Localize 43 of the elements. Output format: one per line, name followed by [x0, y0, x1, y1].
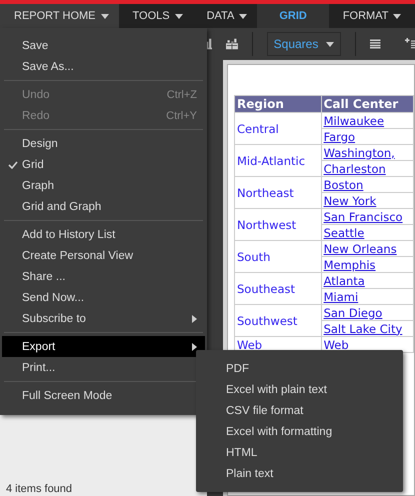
menu-item[interactable]: Save	[2, 35, 205, 56]
menu-item[interactable]: Share ...	[2, 266, 205, 287]
table-cell: Mid-Atlantic	[234, 144, 322, 176]
submenu-item[interactable]: Plain text	[196, 463, 403, 484]
menu-item[interactable]: Save As...	[2, 56, 205, 77]
menu-item[interactable]: Design	[2, 133, 205, 154]
table-cell: Northeast	[234, 176, 322, 208]
submenu-item[interactable]: HTML	[196, 442, 403, 463]
menu-tab[interactable]: GRID	[257, 4, 329, 28]
caret-icon	[239, 14, 248, 18]
submenu-arrow-icon	[192, 314, 197, 322]
menu-item[interactable]: Create Personal View	[2, 245, 205, 266]
submenu-item[interactable]: CSV file format	[196, 400, 403, 421]
caret-icon	[174, 14, 183, 18]
menu-item[interactable]: Export	[2, 336, 205, 357]
table-cell: Northwest	[234, 208, 322, 240]
menu-item[interactable]: Grid and Graph	[2, 196, 205, 217]
submenu-item[interactable]: Excel with formatting	[196, 421, 403, 442]
menu-item[interactable]: Graph	[2, 175, 205, 196]
column-header: Region	[234, 96, 322, 112]
list-icon[interactable]	[370, 38, 381, 50]
menu-item[interactable]: Subscribe to	[2, 308, 205, 329]
column-header: Call Center	[321, 96, 414, 112]
submenu-arrow-icon	[192, 342, 197, 350]
table-cell: Southeast	[234, 272, 322, 304]
menu-item[interactable]: Add to History List	[2, 224, 205, 245]
menu-tab[interactable]: FORMAT	[328, 4, 412, 28]
table-cell: Central	[234, 112, 322, 144]
caret-icon	[393, 14, 402, 18]
chart-grid-icon[interactable]	[226, 37, 238, 51]
menu-item[interactable]: Send Now...	[2, 287, 205, 308]
shape-select[interactable]: Squares	[266, 32, 342, 56]
submenu-item[interactable]: PDF	[196, 358, 403, 379]
table-cell: South	[234, 240, 322, 272]
caret-icon	[326, 42, 334, 46]
caret-icon	[100, 14, 108, 18]
status-text: 4 items found	[5, 483, 74, 496]
menu-tab[interactable]: DATA	[192, 4, 258, 28]
menu-tab[interactable]: REPORT HOME	[0, 4, 118, 28]
menu-tab[interactable]: TOOLS	[118, 4, 193, 28]
submenu-item[interactable]: Excel with plain text	[196, 379, 403, 400]
table-cell: Southwest	[234, 304, 322, 336]
menu-item[interactable]: Grid	[2, 154, 205, 175]
